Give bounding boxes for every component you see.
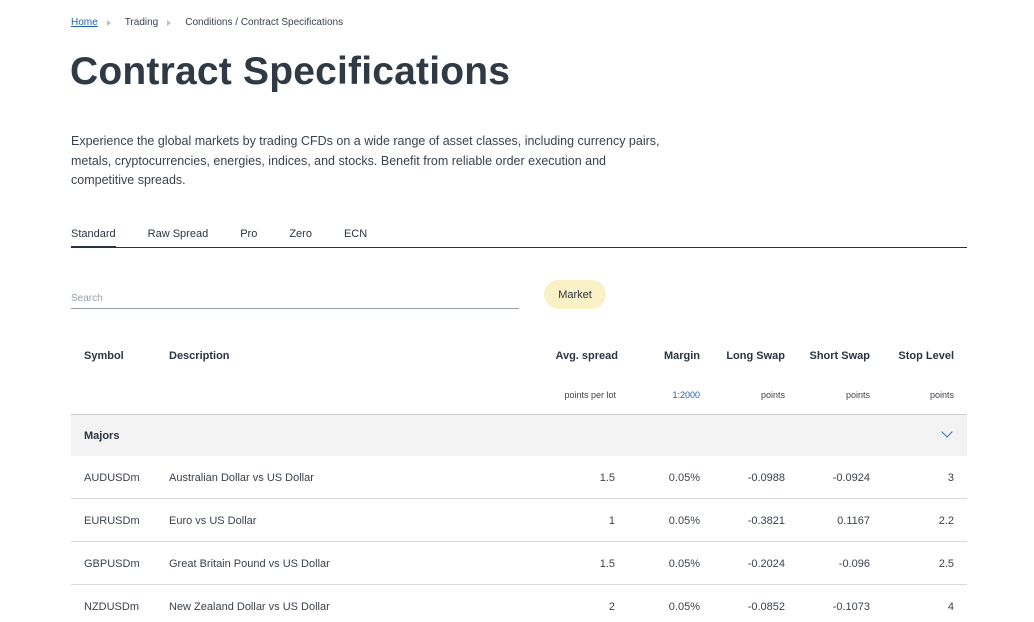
search-input[interactable] [71, 288, 519, 309]
breadcrumb-current: Conditions / Contract Specifications [185, 17, 344, 28]
subheader-margin-leverage[interactable]: 1:2000 [672, 390, 700, 400]
tab-ecn[interactable]: ECN [344, 226, 367, 248]
breadcrumb: Home Trading Conditions / Contract Speci… [71, 17, 343, 28]
cell-margin: 0.05% [668, 558, 700, 570]
table-row[interactable]: GBPUSDm Great Britain Pound vs US Dollar… [71, 542, 967, 585]
cell-short-swap: -0.0924 [832, 472, 870, 484]
subheader-avg-spread: points per lot [564, 390, 616, 400]
header-description[interactable]: Description [169, 350, 230, 362]
cell-long-swap: -0.0852 [747, 601, 785, 613]
cell-long-swap: -0.0988 [747, 472, 785, 484]
header-symbol[interactable]: Symbol [84, 350, 124, 362]
header-margin[interactable]: Margin [664, 350, 700, 362]
chevron-down-icon[interactable] [941, 426, 953, 438]
cell-symbol: AUDUSDm [84, 472, 140, 484]
cell-avg-spread: 1.5 [599, 472, 615, 484]
cell-stop-level: 4 [947, 601, 954, 613]
group-majors-toggle[interactable]: Majors [71, 415, 967, 456]
cell-short-swap: -0.096 [838, 558, 870, 570]
cell-description: Great Britain Pound vs US Dollar [169, 558, 330, 570]
breadcrumb-home-link[interactable]: Home [71, 17, 98, 28]
account-type-tabs: Standard Raw Spread Pro Zero ECN [71, 226, 967, 248]
cell-margin: 0.05% [668, 515, 700, 527]
market-filter-button[interactable]: Market [544, 280, 606, 309]
cell-avg-spread: 1.5 [599, 558, 615, 570]
page-intro: Experience the global markets by trading… [71, 134, 660, 187]
cell-stop-level: 3 [947, 472, 954, 484]
group-label: Majors [84, 430, 120, 442]
breadcrumb-trading[interactable]: Trading [125, 17, 159, 28]
subheader-short-swap: points [845, 390, 870, 400]
header-stop-level[interactable]: Stop Level [898, 350, 954, 362]
table-header: Symbol Description Avg. spread Margin Lo… [71, 344, 967, 415]
cell-short-swap: 0.1167 [837, 515, 870, 527]
cell-description: New Zealand Dollar vs US Dollar [169, 601, 330, 613]
caret-right-icon [167, 19, 172, 26]
tab-standard[interactable]: Standard [71, 226, 116, 248]
subheader-stop-level: points [929, 390, 954, 400]
cell-stop-level: 2.5 [938, 558, 954, 570]
cell-short-swap: -0.1073 [832, 601, 870, 613]
cell-symbol: EURUSDm [84, 515, 140, 527]
cell-margin: 0.05% [668, 472, 700, 484]
tab-raw-spread[interactable]: Raw Spread [148, 226, 209, 248]
cell-description: Australian Dollar vs US Dollar [169, 472, 314, 484]
cell-avg-spread: 1 [608, 515, 615, 527]
caret-right-icon [106, 19, 111, 26]
cell-symbol: NZDUSDm [84, 601, 139, 613]
cell-symbol: GBPUSDm [84, 558, 140, 570]
header-avg-spread[interactable]: Avg. spread [555, 350, 618, 362]
page-title: Contract Specifications [70, 50, 511, 93]
tab-pro[interactable]: Pro [240, 226, 257, 248]
cell-description: Euro vs US Dollar [169, 515, 257, 527]
cell-long-swap: -0.2024 [747, 558, 785, 570]
cell-stop-level: 2.2 [938, 515, 954, 527]
table-row[interactable]: NZDUSDm New Zealand Dollar vs US Dollar … [71, 585, 967, 622]
tab-zero[interactable]: Zero [289, 226, 312, 248]
cell-margin: 0.05% [668, 601, 700, 613]
header-short-swap[interactable]: Short Swap [809, 350, 870, 362]
header-long-swap[interactable]: Long Swap [726, 350, 785, 362]
cell-long-swap: -0.3821 [747, 515, 785, 527]
subheader-long-swap: points [760, 390, 785, 400]
table-row[interactable]: EURUSDm Euro vs US Dollar 1 0.05% -0.382… [71, 499, 967, 542]
table-row[interactable]: AUDUSDm Australian Dollar vs US Dollar 1… [71, 456, 967, 499]
cell-avg-spread: 2 [608, 601, 615, 613]
